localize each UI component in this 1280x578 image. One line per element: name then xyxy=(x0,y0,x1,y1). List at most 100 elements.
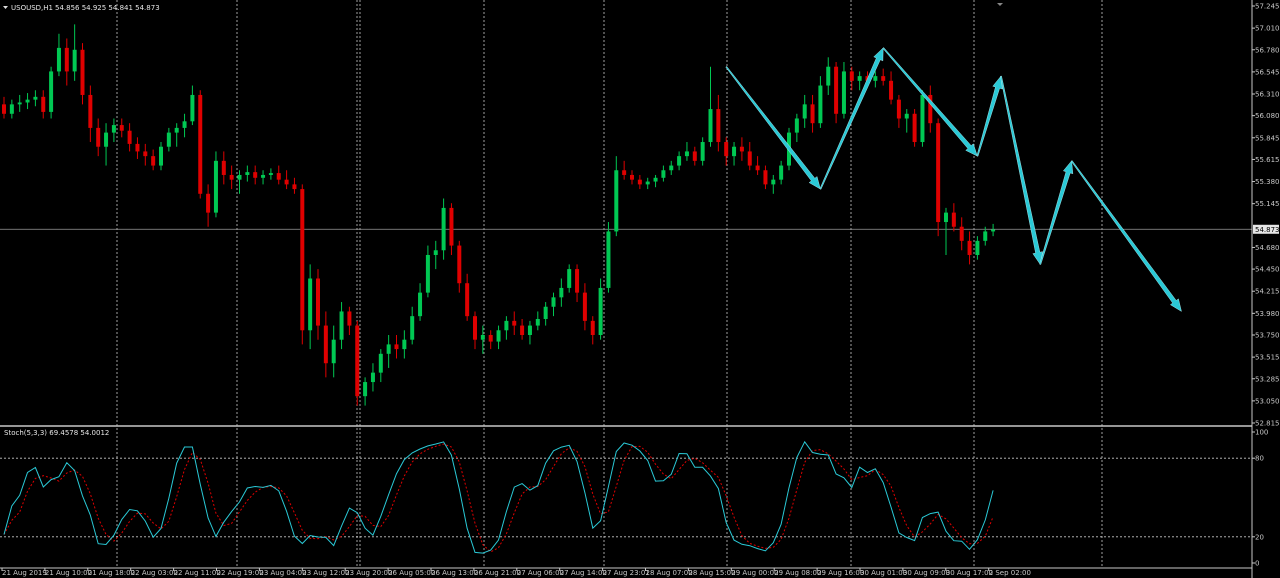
candle[interactable] xyxy=(119,125,124,131)
candle[interactable] xyxy=(308,278,313,331)
candle[interactable] xyxy=(449,207,454,246)
candle[interactable] xyxy=(221,160,226,175)
candle[interactable] xyxy=(520,325,525,335)
candle[interactable] xyxy=(457,245,462,284)
candle[interactable] xyxy=(567,269,572,288)
candle[interactable] xyxy=(386,344,391,354)
candle[interactable] xyxy=(104,132,109,147)
candle[interactable] xyxy=(418,292,423,317)
candle[interactable] xyxy=(535,318,540,326)
candle[interactable] xyxy=(402,339,407,350)
candle[interactable] xyxy=(991,229,996,232)
candle[interactable] xyxy=(41,96,46,112)
candle[interactable] xyxy=(17,102,22,105)
candle[interactable] xyxy=(614,170,619,232)
candle[interactable] xyxy=(166,132,171,147)
candle[interactable] xyxy=(80,49,85,95)
candle[interactable] xyxy=(394,344,399,350)
candle[interactable] xyxy=(237,174,242,180)
candle[interactable] xyxy=(25,99,30,103)
candle[interactable] xyxy=(959,226,964,241)
candle[interactable] xyxy=(896,99,901,119)
candle[interactable] xyxy=(64,47,69,72)
candle[interactable] xyxy=(323,325,328,364)
candle[interactable] xyxy=(56,47,61,72)
candle[interactable] xyxy=(771,179,776,185)
candle[interactable] xyxy=(284,179,289,185)
candle[interactable] xyxy=(433,250,438,255)
candle[interactable] xyxy=(96,127,101,147)
candle[interactable] xyxy=(637,179,642,185)
candle[interactable] xyxy=(975,240,980,255)
candle[interactable] xyxy=(363,382,368,397)
candle[interactable] xyxy=(857,76,862,81)
candle[interactable] xyxy=(622,170,627,175)
candle[interactable] xyxy=(2,104,6,114)
candle[interactable] xyxy=(88,94,93,128)
candle[interactable] xyxy=(551,297,556,307)
candle[interactable] xyxy=(182,121,187,128)
candle[interactable] xyxy=(912,113,917,143)
candle[interactable] xyxy=(889,80,894,100)
candle[interactable] xyxy=(135,143,140,152)
candle[interactable] xyxy=(575,269,580,293)
candle[interactable] xyxy=(465,283,470,317)
candle[interactable] xyxy=(559,287,564,298)
candle[interactable] xyxy=(504,320,509,331)
candle[interactable] xyxy=(724,142,729,157)
candle[interactable] xyxy=(111,125,116,133)
candle[interactable] xyxy=(316,278,320,326)
candle[interactable] xyxy=(920,94,925,143)
candle[interactable] xyxy=(936,123,941,223)
candle[interactable] xyxy=(33,96,38,100)
candle[interactable] xyxy=(692,151,697,161)
candle[interactable] xyxy=(606,231,611,288)
candle[interactable] xyxy=(669,165,674,171)
candle[interactable] xyxy=(598,287,603,335)
price-chart[interactable]: 57.245 57.010 56.780 56.545 56.310 56.080 55.8… xyxy=(0,0,1280,578)
candle[interactable] xyxy=(49,71,54,112)
candle[interactable] xyxy=(190,94,195,122)
candle[interactable] xyxy=(355,325,360,397)
candle[interactable] xyxy=(653,177,658,182)
candle[interactable] xyxy=(834,66,839,114)
candle[interactable] xyxy=(755,165,760,171)
candle[interactable] xyxy=(794,118,799,133)
candle[interactable] xyxy=(331,339,336,364)
candle[interactable] xyxy=(339,311,344,340)
candle[interactable] xyxy=(213,160,218,213)
candle[interactable] xyxy=(473,316,477,340)
candle[interactable] xyxy=(684,151,689,157)
candle[interactable] xyxy=(127,130,132,144)
candle[interactable] xyxy=(732,146,737,157)
candle[interactable] xyxy=(378,353,383,373)
candle[interactable] xyxy=(818,85,823,124)
candle[interactable] xyxy=(300,189,305,331)
candle[interactable] xyxy=(245,172,250,175)
candle[interactable] xyxy=(590,320,595,335)
candle[interactable] xyxy=(645,181,650,185)
candle[interactable] xyxy=(198,94,203,194)
candle[interactable] xyxy=(159,146,163,166)
candle[interactable] xyxy=(261,174,266,178)
candle[interactable] xyxy=(527,325,532,335)
candle[interactable] xyxy=(151,156,156,166)
candle[interactable] xyxy=(747,151,752,166)
candle[interactable] xyxy=(810,104,815,124)
candle[interactable] xyxy=(143,151,148,157)
candle[interactable] xyxy=(826,66,831,86)
candle[interactable] xyxy=(410,316,415,340)
candle[interactable] xyxy=(174,127,179,133)
candle[interactable] xyxy=(763,170,768,185)
candle[interactable] xyxy=(370,372,375,383)
candle[interactable] xyxy=(253,172,258,178)
candle[interactable] xyxy=(268,173,273,175)
candle[interactable] xyxy=(347,311,352,326)
candle[interactable] xyxy=(229,174,234,180)
candle[interactable] xyxy=(779,165,784,180)
candle[interactable] xyxy=(480,334,485,340)
candle[interactable] xyxy=(496,330,501,342)
candle[interactable] xyxy=(512,320,517,326)
candle[interactable] xyxy=(708,109,713,143)
candle[interactable] xyxy=(716,109,721,143)
